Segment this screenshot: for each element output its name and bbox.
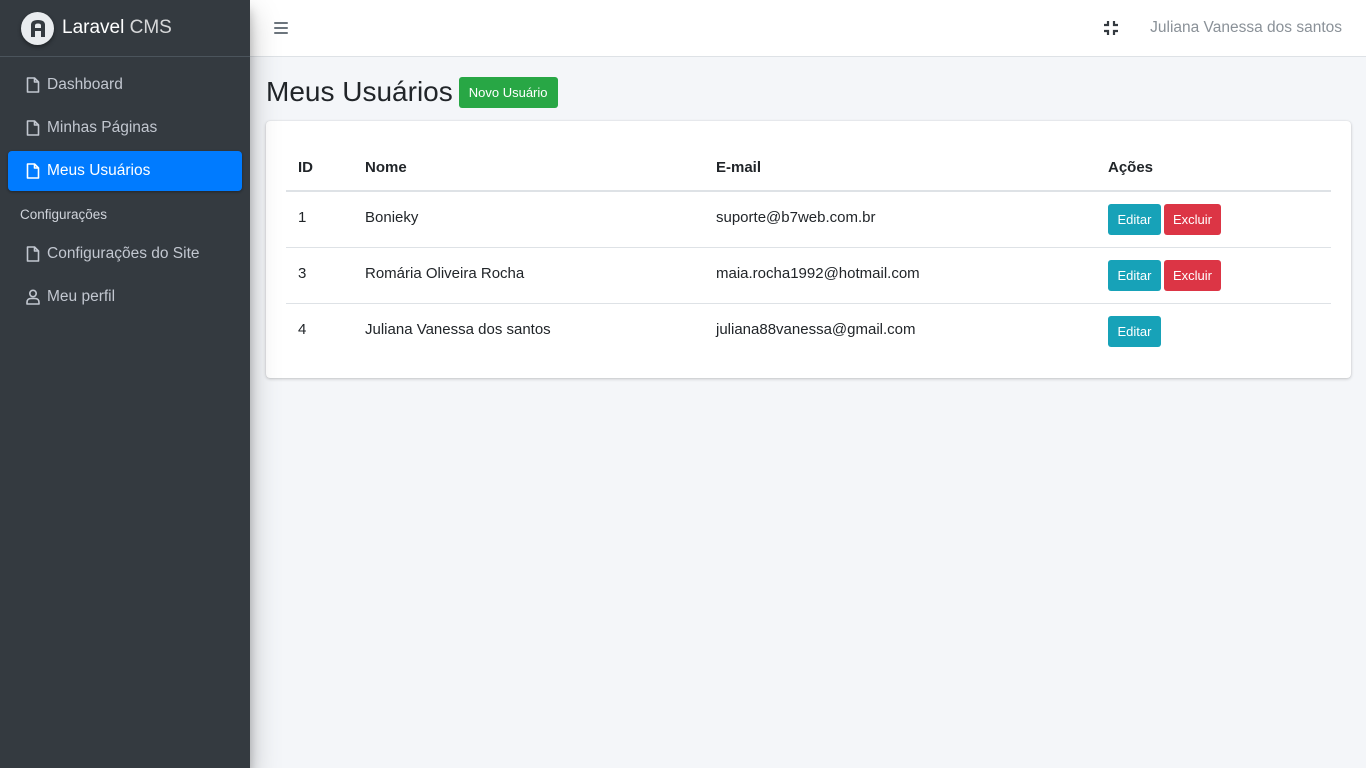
cell-id: 4: [286, 302, 353, 359]
sidebar-nav: Dashboard Minhas Páginas Meus Usuários C…: [0, 57, 250, 317]
user-menu[interactable]: Juliana Vanessa dos santos: [1150, 19, 1342, 37]
sidebar-item-configuracoes-site[interactable]: Configurações do Site: [8, 234, 242, 274]
sidebar-item-meus-usuarios[interactable]: Meus Usuários: [8, 151, 242, 191]
sidebar: Laravel CMS Dashboard Minhas Páginas Meu…: [0, 0, 250, 768]
column-header-id: ID: [286, 141, 353, 192]
page-title: Meus Usuários: [266, 76, 453, 107]
menu-toggle-icon[interactable]: [274, 22, 288, 34]
cell-nome: Juliana Vanessa dos santos: [353, 302, 704, 359]
cell-acoes: Editar: [1096, 302, 1331, 359]
sidebar-item-label: Dashboard: [47, 76, 123, 93]
column-header-acoes: Ações: [1096, 141, 1331, 192]
sidebar-item-label: Meu perfil: [47, 288, 116, 305]
cell-id: 3: [286, 246, 353, 303]
cell-id: 1: [298, 209, 307, 226]
brand-name-bold: Laravel: [62, 17, 125, 38]
cell-email: juliana88vanessa@gmail.com: [704, 302, 1096, 359]
sidebar-item-label: Configurações do Site: [47, 245, 200, 262]
brand-link[interactable]: Laravel CMS: [0, 0, 250, 57]
sidebar-section-header: Configurações: [20, 206, 108, 222]
column-header-nome: Nome: [353, 141, 704, 192]
new-user-button[interactable]: Novo Usuário: [458, 76, 558, 108]
sidebar-item-dashboard[interactable]: Dashboard: [8, 65, 242, 105]
edit-button[interactable]: Editar: [1108, 259, 1161, 291]
edit-button[interactable]: Editar: [1108, 203, 1161, 235]
file-icon: [26, 246, 40, 262]
main-content: Meus Usuários Novo Usuário ID Nome E-mai…: [250, 57, 1366, 378]
top-navbar: Juliana Vanessa dos santos: [250, 0, 1366, 57]
delete-button[interactable]: Excluir: [1164, 259, 1221, 291]
logo-icon: [30, 20, 45, 37]
table-row: 3 Romária Oliveira Rocha maia.rocha1992@…: [286, 246, 1331, 303]
delete-button[interactable]: Excluir: [1164, 203, 1221, 235]
file-icon: [26, 163, 40, 179]
brand-logo: [21, 11, 54, 45]
cell-acoes: Editar Excluir: [1096, 246, 1331, 303]
cell-acoes: Editar Excluir: [1096, 191, 1331, 247]
cell-email: maia.rocha1992@hotmail.com: [704, 246, 1096, 303]
cell-email: suporte@b7web.com.br: [716, 209, 876, 226]
cell-nome: Bonieky: [365, 209, 419, 226]
brand-name-light: CMS: [129, 17, 172, 38]
table-row: 4 Juliana Vanessa dos santos juliana88va…: [286, 302, 1331, 359]
cell-nome: Romária Oliveira Rocha: [353, 246, 704, 303]
sidebar-item-label: Meus Usuários: [47, 162, 151, 179]
user-icon: [26, 289, 40, 305]
table-row: 1 Bonieky suporte@b7web.com.br Editar Exc…: [286, 191, 1331, 247]
users-table: ID Nome E-mail Ações 1 Bonieky suporte@b…: [286, 141, 1331, 359]
users-card: ID Nome E-mail Ações 1 Bonieky suporte@b…: [266, 121, 1351, 378]
brand-name: Laravel CMS: [62, 17, 172, 39]
table-header-row: ID Nome E-mail Ações: [286, 141, 1331, 192]
column-header-email: E-mail: [704, 141, 1096, 192]
sidebar-item-label: Minhas Páginas: [47, 119, 158, 136]
edit-button[interactable]: Editar: [1108, 315, 1161, 347]
file-icon: [26, 77, 40, 93]
sidebar-item-meu-perfil[interactable]: Meu perfil: [8, 277, 242, 317]
page-header: Meus Usuários Novo Usuário: [266, 73, 1351, 111]
fullscreen-exit-icon[interactable]: [1103, 20, 1119, 36]
sidebar-item-minhas-paginas[interactable]: Minhas Páginas: [8, 108, 242, 148]
file-icon: [26, 120, 40, 136]
